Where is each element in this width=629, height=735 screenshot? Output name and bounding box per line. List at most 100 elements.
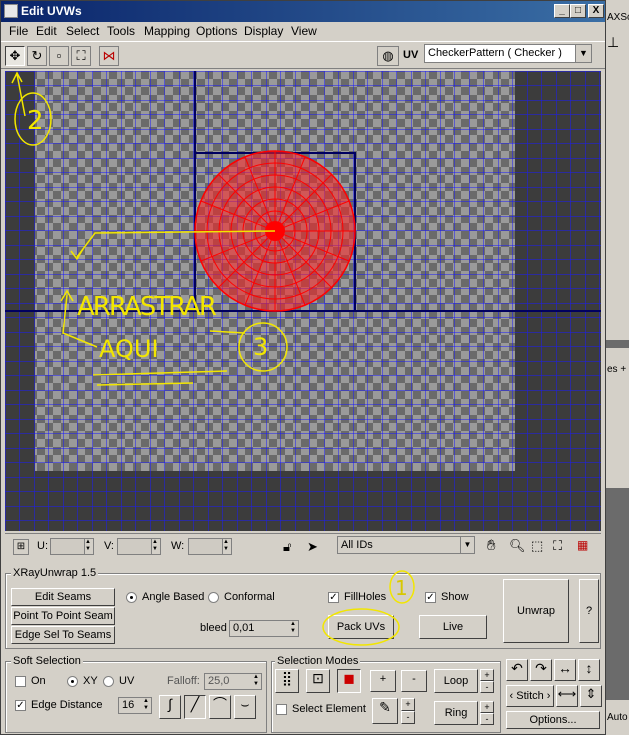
conformal-label: Conformal bbox=[224, 591, 275, 603]
soft-on-checkbox[interactable] bbox=[15, 676, 26, 687]
app-icon bbox=[4, 4, 18, 18]
menu-mapping[interactable]: Mapping bbox=[144, 24, 190, 38]
bleed-spinner[interactable]: 0,01 ▲ ▼ bbox=[229, 620, 299, 637]
face-mode-icon[interactable]: ◼ bbox=[337, 669, 361, 693]
weld-h-icon[interactable]: ⟷ bbox=[556, 685, 578, 707]
loop-grow-button[interactable]: + bbox=[480, 669, 494, 681]
freeform-icon[interactable]: ⛶ bbox=[71, 46, 91, 66]
material-ids-dropdown[interactable]: All IDs ▼ bbox=[337, 536, 475, 554]
minimize-button[interactable]: _ bbox=[554, 4, 570, 18]
zoom-region-icon[interactable]: ⬚ bbox=[531, 538, 543, 554]
angle-based-radio[interactable] bbox=[126, 592, 137, 603]
vertex-mode-icon[interactable]: ⣿ bbox=[275, 669, 299, 693]
rotate-icon[interactable]: ↻ bbox=[27, 46, 47, 66]
chevron-down-icon: ▼ bbox=[575, 45, 591, 62]
zoom-extents-icon[interactable]: ⛶ bbox=[553, 538, 562, 554]
menu-options[interactable]: Options bbox=[196, 24, 237, 38]
menu-view[interactable]: View bbox=[291, 24, 317, 38]
selection-modes-title: Selection Modes bbox=[275, 655, 361, 667]
menu-edit[interactable]: Edit bbox=[36, 24, 57, 38]
mirror-h-icon[interactable]: ↔ bbox=[554, 659, 576, 681]
mirror-v-icon[interactable]: ↕ bbox=[578, 659, 600, 681]
texture-map-icon[interactable]: ◍ bbox=[377, 46, 399, 66]
annotation-number-1: 1 bbox=[395, 576, 408, 600]
shrink-selection-button[interactable]: - bbox=[401, 670, 427, 692]
falloff-fast-out-icon[interactable]: ⌣ bbox=[234, 695, 256, 719]
menu-tools[interactable]: Tools bbox=[107, 24, 135, 38]
grow-selection-button[interactable]: + bbox=[370, 670, 396, 692]
show-label: Show bbox=[441, 591, 469, 603]
uv-radio[interactable] bbox=[103, 676, 114, 687]
edge-sel-to-seams-button[interactable]: Edge Sel To Seams bbox=[11, 626, 115, 644]
chevron-down-icon: ▼ bbox=[460, 537, 474, 553]
xy-label: XY bbox=[83, 675, 98, 687]
edit-uvws-window: Edit UVWs _ □ X File Edit Select Tools M… bbox=[0, 0, 606, 735]
conformal-radio[interactable] bbox=[208, 592, 219, 603]
mirror-icon[interactable]: ⋈ bbox=[99, 46, 119, 66]
falloff-label: Falloff: bbox=[167, 675, 200, 687]
lock-icon[interactable]: 🔓︎ bbox=[283, 539, 291, 555]
select-element-checkbox[interactable] bbox=[276, 704, 287, 715]
close-button[interactable]: X bbox=[588, 4, 604, 18]
uv-toggle[interactable]: UV bbox=[403, 49, 418, 61]
falloff-linear-icon[interactable]: ╱ bbox=[184, 695, 206, 719]
stitch-label: Stitch bbox=[516, 690, 544, 702]
ring-button[interactable]: Ring bbox=[434, 701, 478, 725]
edge-mode-icon[interactable]: ⊡ bbox=[306, 669, 330, 693]
stitch-button[interactable]: ‹ Stitch › bbox=[506, 685, 554, 707]
falloff-slow-out-icon[interactable]: ⌒ bbox=[209, 695, 231, 719]
maximize-button[interactable]: □ bbox=[570, 4, 586, 18]
pick-icon[interactable]: ➤ bbox=[307, 539, 318, 555]
zoom-icon[interactable]: 🔍︎ bbox=[509, 538, 526, 554]
window-title: Edit UVWs bbox=[21, 4, 82, 18]
scale-icon[interactable]: ▫ bbox=[49, 46, 69, 66]
edge-distance-value: 16 bbox=[122, 699, 135, 711]
bg-panel-top bbox=[606, 0, 629, 340]
w-spinner[interactable]: ▲ ▼ bbox=[188, 538, 232, 555]
rotate-cw-icon[interactable]: ↷ bbox=[530, 659, 552, 681]
loop-shrink-button[interactable]: - bbox=[480, 681, 494, 693]
falloff-smooth-icon[interactable]: ∫ bbox=[159, 695, 181, 719]
u-spinner[interactable]: ▲ ▼ bbox=[50, 538, 94, 555]
ring-grow-button[interactable]: + bbox=[480, 701, 494, 713]
paint-select-icon[interactable]: ✎ bbox=[372, 698, 398, 724]
title-bar[interactable]: Edit UVWs _ □ X bbox=[1, 1, 605, 22]
edge-distance-checkbox[interactable]: ✓ bbox=[15, 700, 26, 711]
unwrap-button[interactable]: Unwrap bbox=[503, 579, 569, 643]
edge-distance-spinner[interactable]: 16 ▲ ▼ bbox=[118, 697, 152, 714]
texture-dropdown[interactable]: CheckerPattern ( Checker ) ▼ bbox=[424, 44, 592, 63]
bg-top-text: AXSo bbox=[607, 12, 629, 23]
bg-mid-text: es + bbox=[607, 364, 627, 375]
falloff-value: 25,0 bbox=[208, 675, 230, 687]
annotation-drag-line2: AQUI bbox=[99, 335, 159, 363]
point-to-point-seam-button[interactable]: Point To Point Seam bbox=[11, 607, 115, 625]
options-button[interactable]: Options... bbox=[506, 711, 600, 729]
menu-file[interactable]: File bbox=[9, 24, 28, 38]
v-spinner[interactable]: ▲ ▼ bbox=[117, 538, 161, 555]
uv-viewport[interactable]: 2 3 ARRASTRAR AQUI bbox=[5, 71, 601, 531]
menu-bar: File Edit Select Tools Mapping Options D… bbox=[1, 22, 605, 41]
menu-select[interactable]: Select bbox=[66, 24, 99, 38]
bg-bottom-text: Auto bbox=[607, 712, 628, 723]
rotate-ccw-icon[interactable]: ↶ bbox=[506, 659, 528, 681]
w-label: W: bbox=[171, 540, 185, 552]
angle-based-label: Angle Based bbox=[142, 591, 205, 603]
pan-hand-icon[interactable]: ✋︎ bbox=[487, 537, 496, 554]
ring-shrink-button[interactable]: - bbox=[480, 713, 494, 725]
grid-snap-icon[interactable]: ▦ bbox=[577, 538, 588, 552]
absolute-mode-icon[interactable]: ⊞ bbox=[13, 539, 29, 555]
v-label: V: bbox=[104, 540, 114, 552]
move-icon[interactable]: ✥ bbox=[5, 46, 25, 66]
loop-button[interactable]: Loop bbox=[434, 669, 478, 693]
uv-coordinate-bar: ⊞ U: ▲ ▼ V: ▲ ▼ W: ▲ ▼ 🔓︎ ➤ ✋︎ 🔍︎ ⬚ ⛶ ▦ bbox=[5, 533, 601, 559]
paint-shrink-button[interactable]: - bbox=[401, 711, 415, 724]
uv-label: UV bbox=[119, 675, 135, 687]
edit-seams-button[interactable]: Edit Seams bbox=[11, 588, 115, 606]
xy-radio[interactable] bbox=[67, 676, 78, 687]
paint-grow-button[interactable]: + bbox=[401, 698, 415, 711]
help-button[interactable]: ? bbox=[579, 579, 599, 643]
uv-canvas[interactable]: 2 3 ARRASTRAR AQUI bbox=[5, 71, 601, 531]
menu-display[interactable]: Display bbox=[244, 24, 283, 38]
weld-v-icon[interactable]: ⇕ bbox=[580, 685, 602, 707]
falloff-spinner[interactable]: 25,0 ▲ ▼ bbox=[204, 673, 262, 690]
